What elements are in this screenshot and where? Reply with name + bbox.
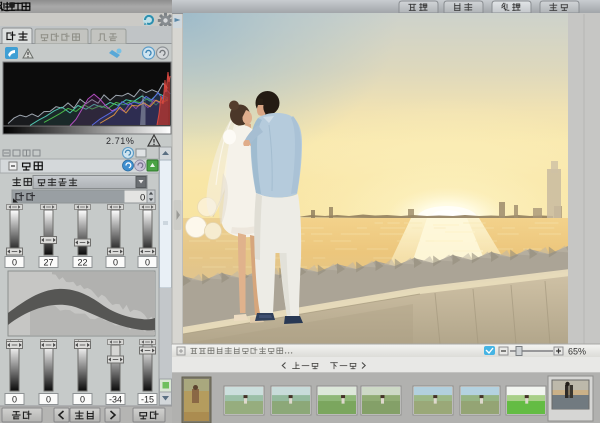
svg-text:0: 0 — [46, 394, 51, 404]
svg-text:-15: -15 — [141, 394, 154, 404]
svg-text:0: 0 — [145, 257, 150, 267]
svg-text:0: 0 — [140, 193, 145, 204]
svg-text:2.71%: 2.71% — [106, 136, 135, 146]
svg-text:27: 27 — [43, 257, 53, 267]
svg-text:-34: -34 — [109, 394, 122, 404]
svg-text:22: 22 — [77, 257, 87, 267]
svg-text:0: 0 — [12, 394, 17, 404]
svg-text:0: 0 — [12, 257, 17, 267]
svg-text:0: 0 — [80, 394, 85, 404]
svg-text:65%: 65% — [568, 347, 586, 357]
svg-text:0: 0 — [113, 257, 118, 267]
